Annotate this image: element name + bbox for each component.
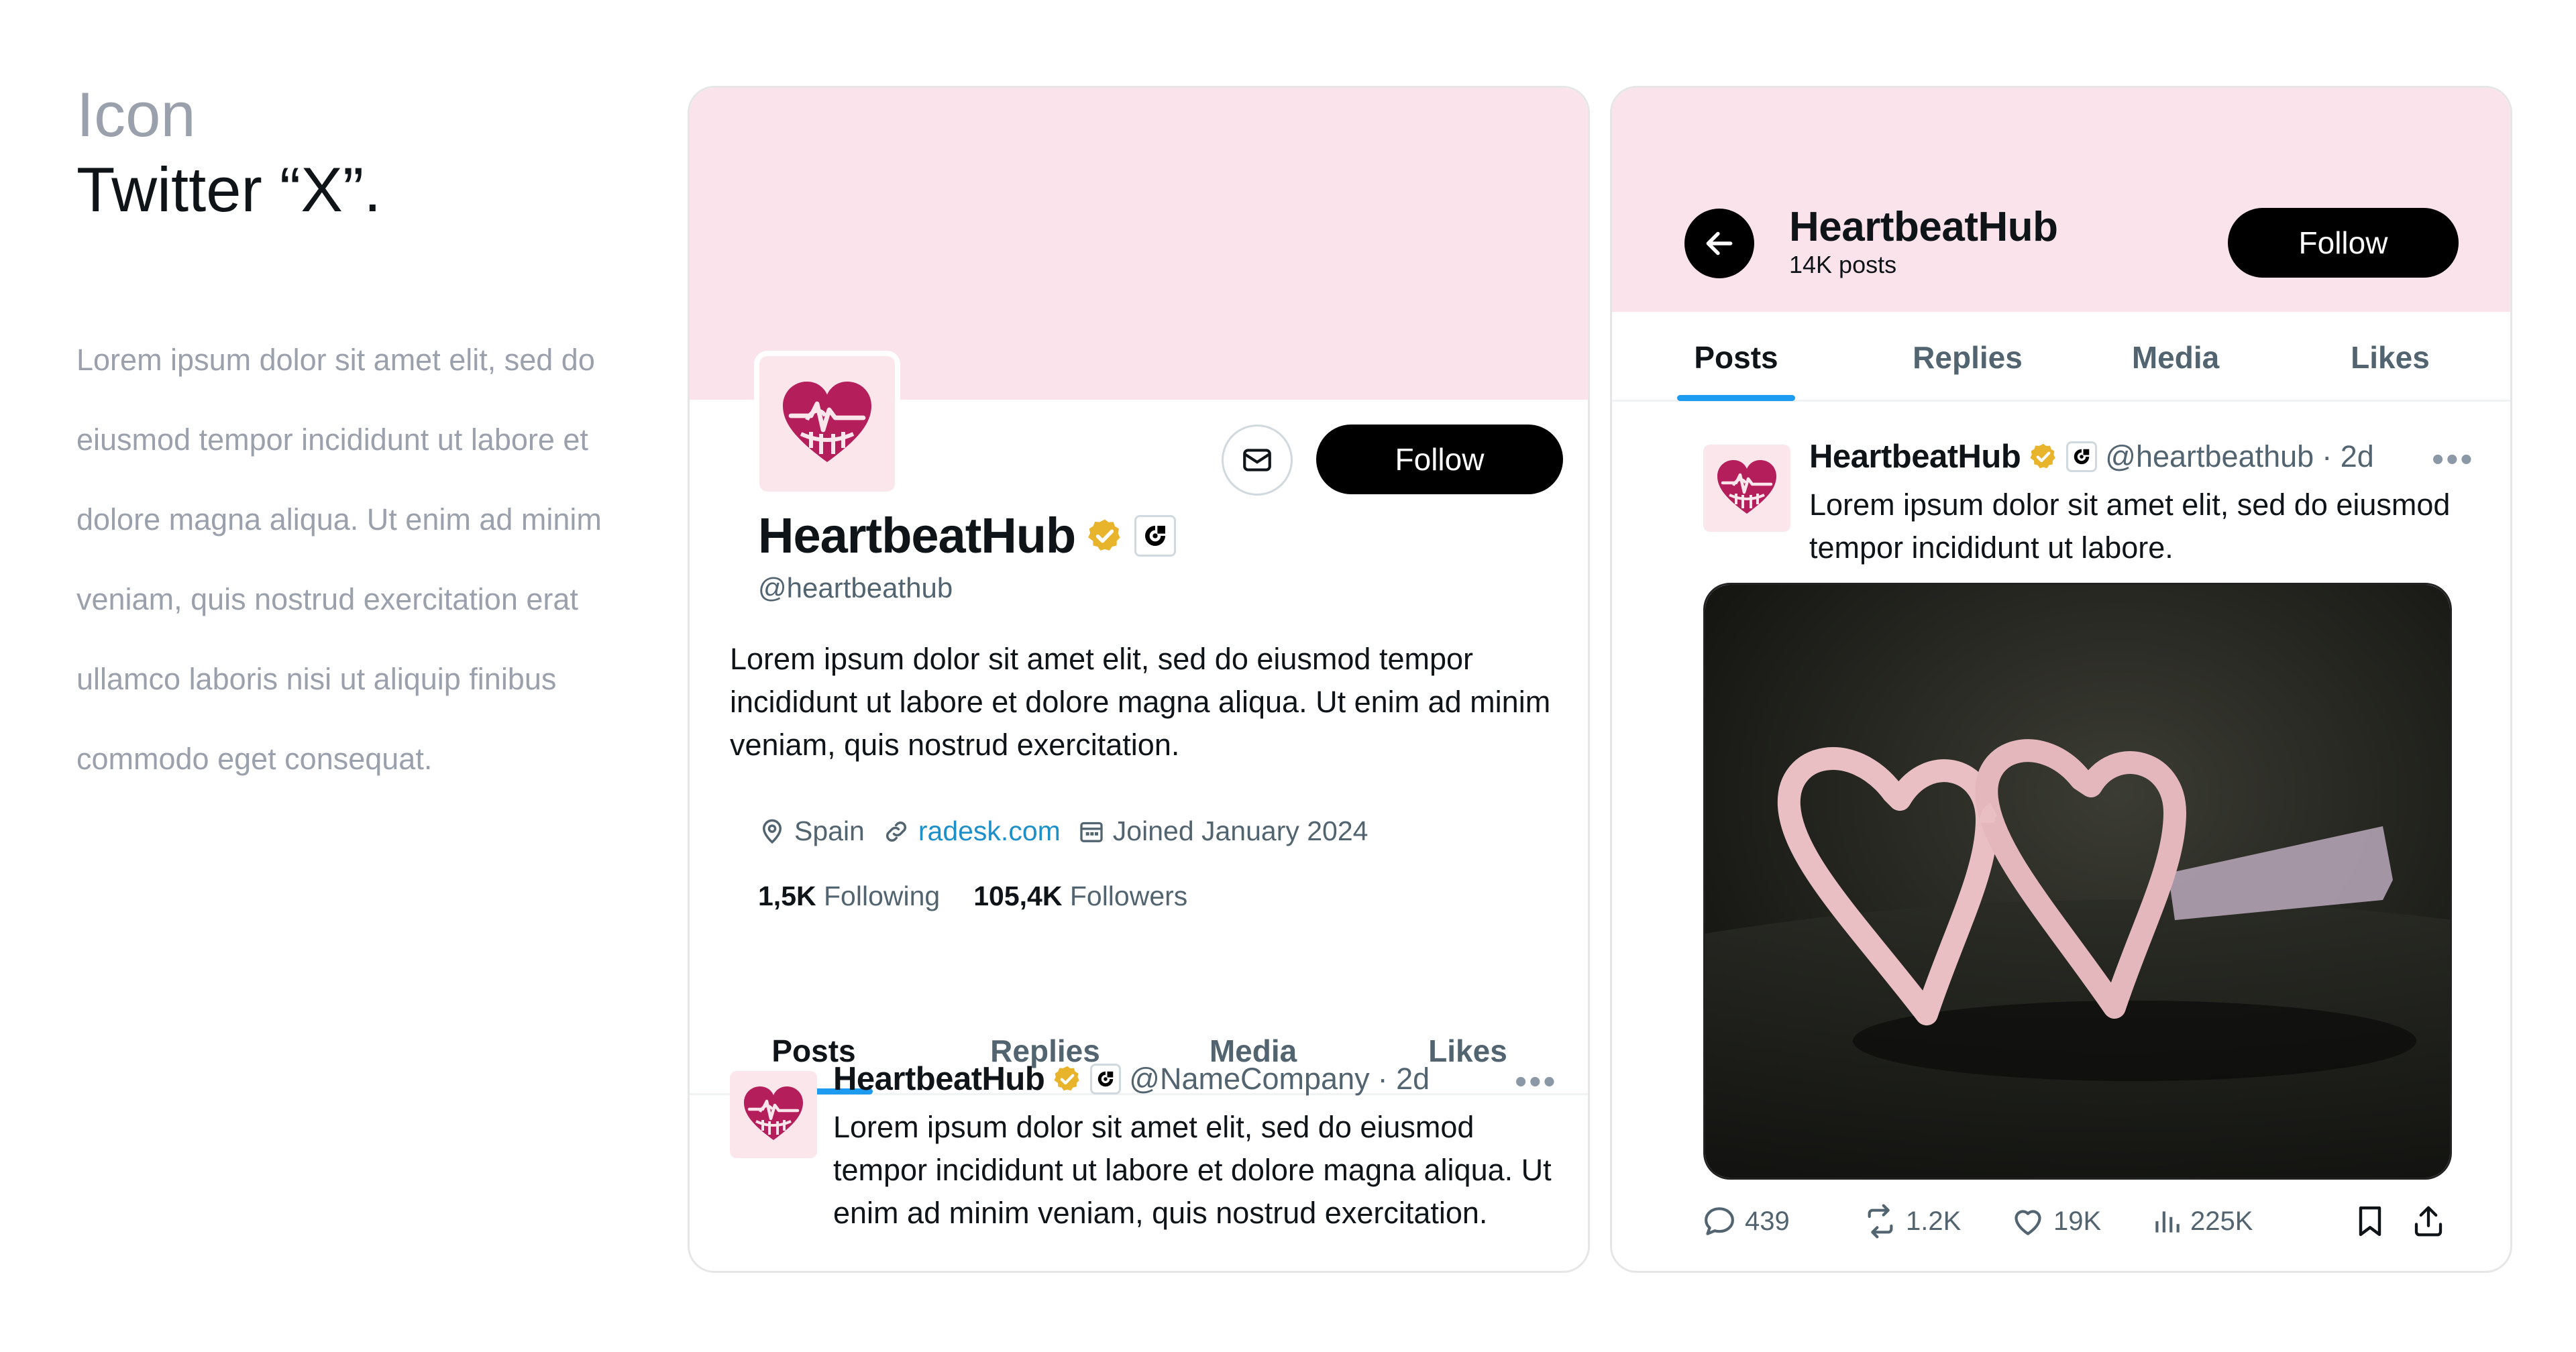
profile-handle: @heartbeathub [758, 572, 953, 604]
tab-replies[interactable]: Replies [1860, 315, 2075, 400]
reply-count: 439 [1745, 1206, 1790, 1236]
verified-badge-icon[interactable] [1086, 517, 1124, 555]
follow-button[interactable]: Follow [2228, 208, 2459, 278]
joined-text: Joined January 2024 [1112, 815, 1368, 846]
repost-count: 1.2K [1906, 1206, 1962, 1236]
views-count: 225K [2190, 1206, 2253, 1236]
location-text: Spain [794, 815, 865, 846]
following-label: Following [824, 881, 941, 911]
post-time: · 2d [2322, 439, 2374, 473]
intro-body: Lorem ipsum dolor sit amet elit, sed do … [76, 342, 602, 776]
post-author-name[interactable]: HeartbeatHub [1809, 438, 2021, 475]
intro-kicker: Icon [76, 79, 196, 150]
post-text: Lorem ipsum dolor sit amet elit, sed do … [833, 1110, 1552, 1230]
post-detail-card: HeartbeatHub 14K posts Follow Posts Repl… [1610, 86, 2512, 1273]
like-action[interactable]: 19K [2009, 1198, 2101, 1245]
views-chart-icon [2155, 1211, 2180, 1233]
share-action[interactable] [2410, 1198, 2447, 1245]
profile-card: Follow HeartbeatHub @heartbeathub Lorem … [688, 86, 1590, 1273]
post-time: · 2d [1377, 1062, 1430, 1096]
followers-label: Followers [1069, 881, 1188, 911]
arrow-left-icon [1706, 231, 1733, 256]
verified-badge-icon [1053, 1064, 1082, 1094]
more-options-icon[interactable]: ••• [1515, 1064, 1558, 1099]
header-title: HeartbeatHub [1789, 204, 2058, 250]
header-post-count: 14K posts [1789, 251, 1897, 278]
post-image[interactable] [1703, 583, 2452, 1180]
follow-button[interactable]: Follow [1316, 425, 1563, 494]
intro-headline: Twitter “X”. [76, 154, 382, 225]
following-count: 1,5K [758, 881, 816, 911]
intro-section: Icon Twitter “X”. Lorem ipsum dolor sit … [76, 79, 633, 799]
following-stat[interactable]: 1,5K Following [758, 881, 940, 912]
affiliate-badge-icon[interactable] [1134, 514, 1177, 557]
profile-stats: 1,5K Following 105,4K Followers [758, 881, 1187, 912]
post-text: Lorem ipsum dolor sit amet elit, sed do … [1809, 488, 2451, 565]
share-icon [2414, 1206, 2443, 1237]
more-options-icon[interactable]: ••• [2432, 442, 2475, 477]
profile-avatar[interactable] [754, 351, 900, 497]
post-header: HeartbeatHub @NameCompany · 2d [833, 1060, 1430, 1098]
reply-action[interactable]: 439 [1701, 1198, 1790, 1245]
meta-location: Spain [758, 815, 865, 847]
profile-tabs: Posts Replies Media Likes [1612, 315, 2510, 402]
website-link[interactable]: radesk.com [918, 815, 1061, 847]
meta-joined: Joined January 2024 [1078, 815, 1368, 847]
tab-media[interactable]: Media [2075, 315, 2276, 400]
post-author-handle[interactable]: @heartbeathub [2105, 439, 2314, 474]
mail-icon [1243, 449, 1271, 471]
repost-icon [1868, 1204, 1893, 1239]
profile-bio: Lorem ipsum dolor sit amet elit, sed do … [730, 642, 1551, 762]
post-header: HeartbeatHub @heartbeathub · 2d [1809, 438, 2374, 475]
bookmark-action[interactable] [2351, 1198, 2389, 1245]
profile-name: HeartbeatHub [758, 508, 1076, 563]
bookmark-icon [2359, 1206, 2381, 1237]
post-avatar[interactable] [1703, 445, 1790, 532]
header-banner [1612, 88, 2510, 312]
tab-likes[interactable]: Likes [2276, 315, 2504, 400]
meta-website[interactable]: radesk.com [882, 815, 1061, 847]
heart-icon [2015, 1210, 2041, 1235]
post-author-name[interactable]: HeartbeatHub [833, 1060, 1045, 1098]
post-author-handle[interactable]: @NameCompany [1129, 1062, 1369, 1096]
location-pin-icon [762, 819, 782, 844]
followers-stat[interactable]: 105,4K Followers [973, 881, 1187, 912]
calendar-icon [1080, 822, 1103, 842]
repost-action[interactable]: 1.2K [1862, 1198, 1961, 1245]
post-avatar[interactable] [730, 1071, 817, 1158]
back-button[interactable] [1684, 209, 1754, 278]
post-actions: 439 1.2K 19K 225K [1701, 1198, 2452, 1245]
comment-icon [1705, 1207, 1734, 1235]
link-icon [885, 821, 906, 842]
heart-logo-icon [740, 1081, 807, 1148]
views-action[interactable]: 225K [2150, 1198, 2253, 1245]
affiliate-badge-icon [2066, 441, 2098, 472]
affiliate-badge-icon [1090, 1064, 1122, 1094]
followers-count: 105,4K [973, 881, 1063, 911]
profile-meta: Spain radesk.com Joined January 2024 [758, 815, 1368, 847]
heart-logo-icon [1713, 455, 1780, 522]
verified-badge-icon [2029, 442, 2058, 471]
heart-glasses-image [1705, 585, 2450, 1178]
message-button[interactable] [1222, 425, 1293, 496]
tab-posts[interactable]: Posts [1612, 315, 1860, 400]
like-count: 19K [2053, 1206, 2102, 1236]
profile-name-row: HeartbeatHub [758, 507, 1177, 564]
heart-logo-icon [777, 374, 877, 474]
